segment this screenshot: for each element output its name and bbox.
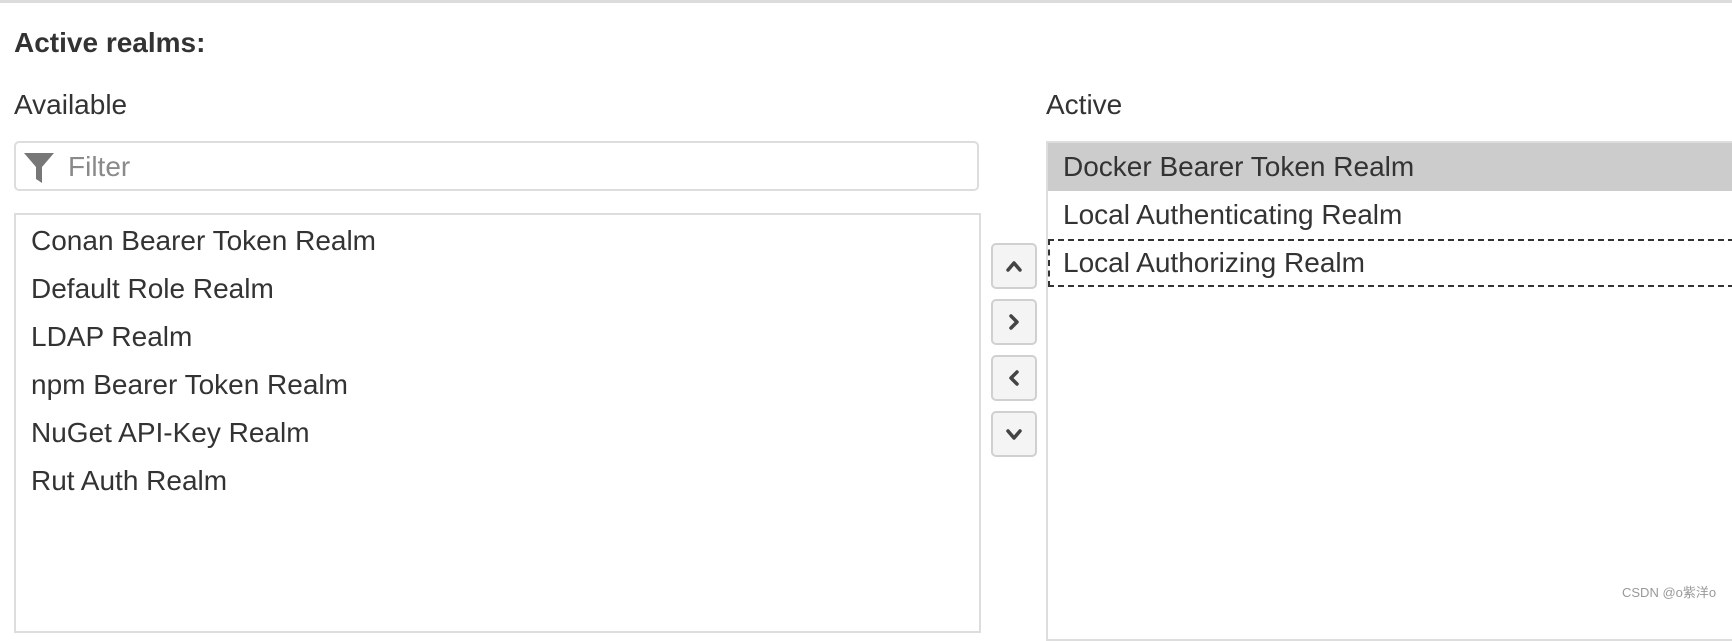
active-label: Active — [1046, 89, 1123, 120]
chevron-up-icon — [1006, 261, 1022, 272]
available-item[interactable]: NuGet API-Key Realm — [16, 409, 979, 457]
remove-from-active-button[interactable] — [991, 355, 1037, 401]
available-item[interactable]: npm Bearer Token Realm — [16, 361, 979, 409]
available-item[interactable]: Rut Auth Realm — [16, 457, 979, 505]
available-item[interactable]: Default Role Realm — [16, 265, 979, 313]
active-item-focused[interactable]: Local Authorizing Realm — [1048, 239, 1732, 287]
watermark: CSDN @o紫洋o — [1622, 585, 1717, 600]
available-label: Available — [14, 89, 128, 120]
move-up-button[interactable] — [991, 243, 1037, 289]
chevron-down-icon — [1006, 429, 1022, 440]
move-down-button[interactable] — [991, 411, 1037, 457]
chevron-right-icon — [1009, 314, 1019, 330]
active-item-selected[interactable]: Docker Bearer Token Realm — [1048, 143, 1732, 191]
filter-field[interactable] — [14, 141, 979, 191]
chevron-left-icon — [1009, 370, 1019, 386]
active-list[interactable]: Docker Bearer Token Realm Local Authenti… — [1046, 141, 1732, 641]
available-list[interactable]: Conan Bearer Token Realm Default Role Re… — [14, 213, 981, 633]
section-title: Active realms: — [14, 27, 206, 58]
filter-funnel-icon — [24, 153, 54, 183]
active-item[interactable]: Local Authenticating Realm — [1048, 191, 1732, 239]
add-to-active-button[interactable] — [991, 299, 1037, 345]
filter-input[interactable] — [66, 149, 950, 185]
available-item[interactable]: Conan Bearer Token Realm — [16, 217, 979, 265]
available-item[interactable]: LDAP Realm — [16, 313, 979, 361]
top-divider — [0, 0, 1732, 3]
